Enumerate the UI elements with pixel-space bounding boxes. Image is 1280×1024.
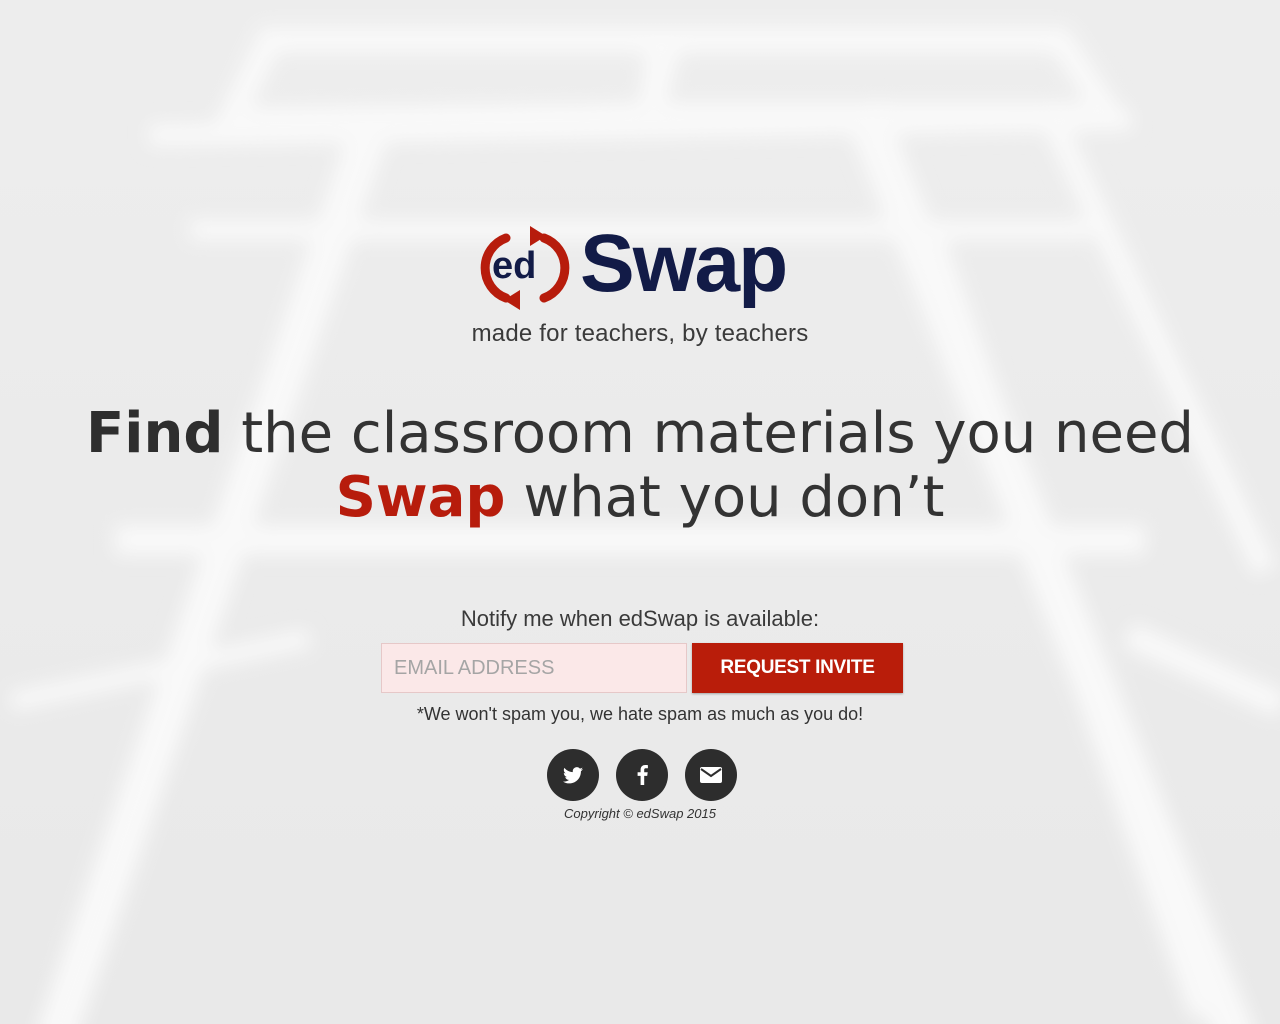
headline: Find the classroom materials you need Sw… <box>0 402 1280 530</box>
landing-content: ed Swap made for teachers, by teachers F… <box>0 0 1280 1024</box>
headline-line-1-rest: the classroom materials you need <box>223 401 1194 466</box>
email-input[interactable] <box>381 643 687 693</box>
notify-label: Notify me when edSwap is available: <box>460 606 820 631</box>
email-button[interactable] <box>685 749 737 801</box>
headline-swap-word: Swap <box>335 465 506 530</box>
request-invite-button[interactable]: REQUEST INVITE <box>692 643 903 693</box>
social-links <box>547 749 737 801</box>
copyright-text: Copyright © edSwap 2015 <box>564 806 716 821</box>
envelope-icon <box>700 767 722 783</box>
edswap-logo: ed Swap <box>470 218 815 318</box>
headline-find-word: Find <box>86 401 224 466</box>
facebook-icon <box>637 765 648 785</box>
twitter-button[interactable] <box>547 749 599 801</box>
spam-note: *We won't spam you, we hate spam as much… <box>416 704 864 724</box>
tagline: made for teachers, by teachers <box>471 320 809 347</box>
headline-line-2-rest: what you don’t <box>505 465 945 530</box>
logo-swap-text: Swap <box>580 218 788 309</box>
headline-line-1: Find the classroom materials you need <box>0 402 1280 466</box>
facebook-button[interactable] <box>616 749 668 801</box>
twitter-icon <box>563 766 583 783</box>
headline-line-2: Swap what you don’t <box>0 466 1280 530</box>
logo-ed-text: ed <box>492 245 537 287</box>
